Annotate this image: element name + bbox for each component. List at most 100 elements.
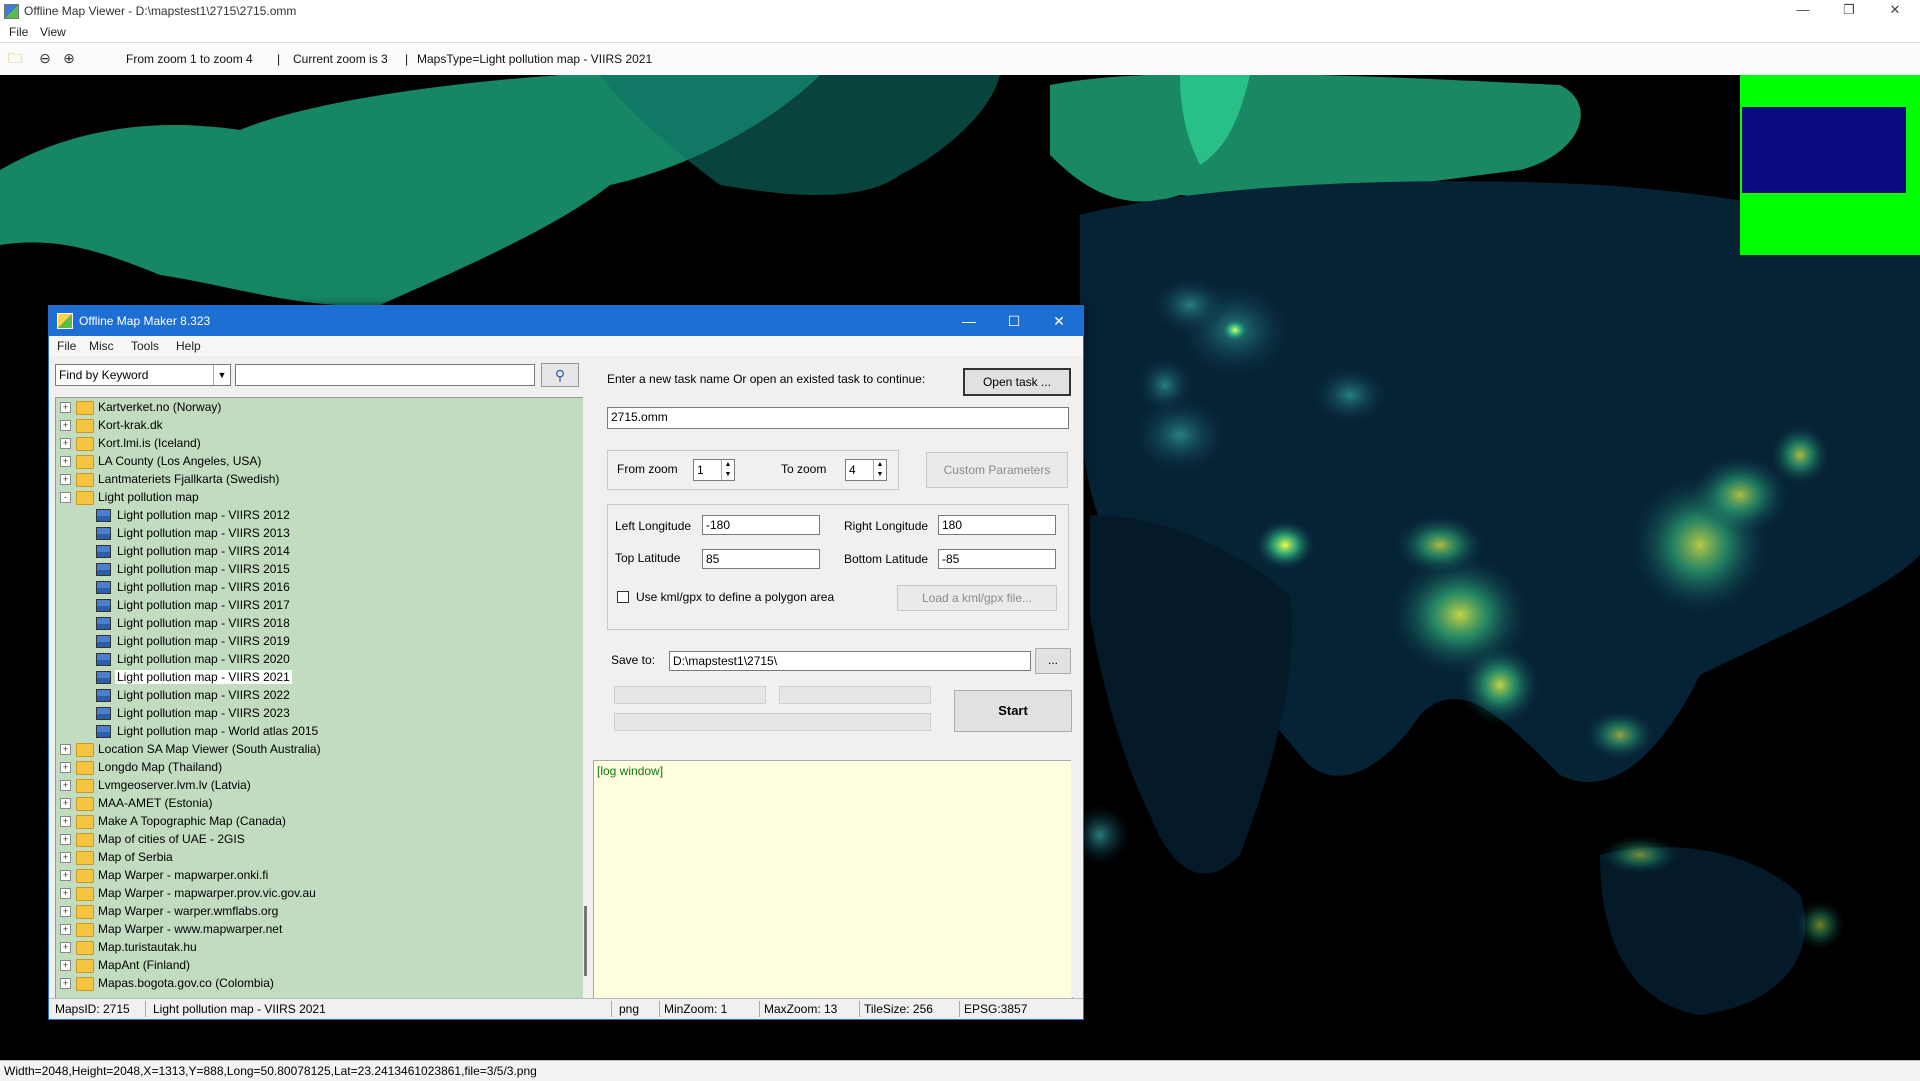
search-mode-select[interactable]: Find by Keyword ▼: [55, 364, 231, 386]
expand-icon[interactable]: +: [60, 870, 71, 881]
bottom-latitude-input[interactable]: -85: [938, 549, 1056, 569]
tree-map-item[interactable]: Light pollution map - VIIRS 2017: [56, 596, 566, 614]
search-input[interactable]: [235, 364, 535, 386]
expand-icon[interactable]: +: [60, 798, 71, 809]
spin-arrows-icon[interactable]: ▲ ▼: [873, 460, 886, 480]
tree-folder-item[interactable]: + Map of Serbia: [56, 848, 566, 866]
tree-folder-item[interactable]: + Mapas.bogota.gov.co (Colombia): [56, 974, 566, 992]
tree-map-item[interactable]: Light pollution map - VIIRS 2012: [56, 506, 566, 524]
expand-icon[interactable]: +: [60, 762, 71, 773]
tree-folder-item[interactable]: - Light pollution map: [56, 488, 566, 506]
maker-menu-misc[interactable]: Misc: [89, 339, 114, 353]
maker-close-button[interactable]: ✕: [1039, 310, 1079, 332]
tree-map-item[interactable]: Light pollution map - VIIRS 2021: [56, 668, 566, 686]
expand-icon[interactable]: +: [60, 474, 71, 485]
left-longitude-input[interactable]: -180: [702, 515, 820, 535]
tree-map-item[interactable]: Light pollution map - VIIRS 2019: [56, 632, 566, 650]
chevron-down-icon[interactable]: ▼: [213, 365, 230, 385]
tree-scrollbar-thumb[interactable]: [584, 906, 587, 976]
menu-file[interactable]: File: [9, 25, 28, 39]
map-source-tree[interactable]: + Kartverket.no (Norway) + Kort-krak.dk + Kor…: [55, 397, 585, 1005]
expand-icon[interactable]: +: [60, 420, 71, 431]
tree-map-item[interactable]: Light pollution map - VIIRS 2016: [56, 578, 566, 596]
expand-icon[interactable]: +: [60, 456, 71, 467]
open-task-button[interactable]: Open task ...: [963, 368, 1071, 396]
tree-folder-item[interactable]: + Make A Topographic Map (Canada): [56, 812, 566, 830]
browse-button[interactable]: ...: [1035, 648, 1071, 674]
right-longitude-input[interactable]: 180: [938, 515, 1056, 535]
tree-map-item[interactable]: Light pollution map - World atlas 2015: [56, 722, 566, 740]
tree-item-label: Map Warper - mapwarper.prov.vic.gov.au: [98, 886, 316, 900]
tree-folder-item[interactable]: + Map Warper - mapwarper.prov.vic.gov.au: [56, 884, 566, 902]
start-button[interactable]: Start: [954, 690, 1072, 732]
tree-map-item[interactable]: Light pollution map - VIIRS 2014: [56, 542, 566, 560]
minimize-button[interactable]: —: [1780, 0, 1826, 22]
folder-icon: [76, 959, 94, 973]
kml-checkbox[interactable]: [617, 591, 629, 603]
top-latitude-label: Top Latitude: [615, 551, 681, 565]
tree-folder-item[interactable]: + Location SA Map Viewer (South Australia…: [56, 740, 566, 758]
maker-app-icon: [57, 313, 73, 329]
tree-folder-item[interactable]: + Map Warper - warper.wmflabs.org: [56, 902, 566, 920]
zoom-out-icon[interactable]: ⊖: [36, 49, 54, 67]
tree-item-label: MAA-AMET (Estonia): [98, 796, 213, 810]
expand-icon[interactable]: +: [60, 942, 71, 953]
tree-folder-item[interactable]: + MAA-AMET (Estonia): [56, 794, 566, 812]
tree-folder-item[interactable]: + Kartverket.no (Norway): [56, 398, 566, 416]
expand-icon[interactable]: +: [60, 906, 71, 917]
expand-icon[interactable]: +: [60, 816, 71, 827]
tree-map-item[interactable]: Light pollution map - VIIRS 2023: [56, 704, 566, 722]
load-kml-button[interactable]: Load a kml/gpx file...: [897, 585, 1057, 611]
tree-folder-item[interactable]: + Lantmateriets Fjallkarta (Swedish): [56, 470, 566, 488]
save-path-input[interactable]: D:\mapstest1\2715\: [669, 651, 1031, 671]
tree-map-item[interactable]: Light pollution map - VIIRS 2018: [56, 614, 566, 632]
expand-icon[interactable]: +: [60, 744, 71, 755]
tree-folder-item[interactable]: + Map Warper - www.mapwarper.net: [56, 920, 566, 938]
from-zoom-stepper[interactable]: 1 ▲ ▼: [693, 459, 735, 481]
maker-minimize-button[interactable]: —: [949, 310, 989, 332]
tree-folder-item[interactable]: + MapAnt (Finland): [56, 956, 566, 974]
tree-map-item[interactable]: Light pollution map - VIIRS 2022: [56, 686, 566, 704]
menu-view[interactable]: View: [40, 25, 66, 39]
expand-icon[interactable]: +: [60, 834, 71, 845]
maker-menu-tools[interactable]: Tools: [131, 339, 159, 353]
tree-folder-item[interactable]: + LA County (Los Angeles, USA): [56, 452, 566, 470]
expand-icon[interactable]: +: [60, 780, 71, 791]
tree-folder-item[interactable]: + Map of cities of UAE - 2GIS: [56, 830, 566, 848]
tree-folder-item[interactable]: + Kort.lmi.is (Iceland): [56, 434, 566, 452]
tree-map-item[interactable]: Light pollution map - VIIRS 2013: [56, 524, 566, 542]
tree-map-item[interactable]: Light pollution map - VIIRS 2015: [56, 560, 566, 578]
expand-icon[interactable]: +: [60, 978, 71, 989]
search-button[interactable]: ⚲: [541, 363, 579, 387]
viewer-menu-bar: File View: [0, 22, 1920, 42]
log-scrollbar[interactable]: [1071, 760, 1081, 997]
expand-icon[interactable]: +: [60, 438, 71, 449]
collapse-icon[interactable]: -: [60, 492, 71, 503]
expand-icon[interactable]: +: [60, 960, 71, 971]
log-window[interactable]: [log window]: [593, 760, 1073, 999]
task-name-input[interactable]: 2715.omm: [607, 407, 1069, 429]
maker-maximize-button[interactable]: ☐: [994, 310, 1034, 332]
tree-folder-item[interactable]: + Map Warper - mapwarper.onki.fi: [56, 866, 566, 884]
maximize-button[interactable]: ❐: [1826, 0, 1872, 22]
expand-icon[interactable]: +: [60, 402, 71, 413]
expand-icon[interactable]: +: [60, 924, 71, 935]
tree-map-item[interactable]: Light pollution map - VIIRS 2020: [56, 650, 566, 668]
custom-parameters-button[interactable]: Custom Parameters: [926, 452, 1068, 488]
zoom-in-icon[interactable]: ⊕: [60, 49, 78, 67]
maker-menu-help[interactable]: Help: [176, 339, 201, 353]
log-title: [log window]: [597, 764, 664, 778]
tree-folder-item[interactable]: + Kort-krak.dk: [56, 416, 566, 434]
tree-folder-item[interactable]: + Longdo Map (Thailand): [56, 758, 566, 776]
open-folder-icon[interactable]: 🗀: [6, 49, 24, 67]
expand-icon[interactable]: +: [60, 888, 71, 899]
close-button[interactable]: ✕: [1872, 0, 1918, 22]
top-latitude-input[interactable]: 85: [702, 549, 820, 569]
tree-folder-item[interactable]: + Lvmgeoserver.lvm.lv (Latvia): [56, 776, 566, 794]
tree-folder-item[interactable]: + Map.turistautak.hu: [56, 938, 566, 956]
to-zoom-stepper[interactable]: 4 ▲ ▼: [845, 459, 887, 481]
maker-title-bar[interactable]: Offline Map Maker 8.323 — ☐ ✕: [49, 306, 1083, 336]
maker-menu-file[interactable]: File: [57, 339, 76, 353]
expand-icon[interactable]: +: [60, 852, 71, 863]
spin-arrows-icon[interactable]: ▲ ▼: [721, 460, 734, 480]
